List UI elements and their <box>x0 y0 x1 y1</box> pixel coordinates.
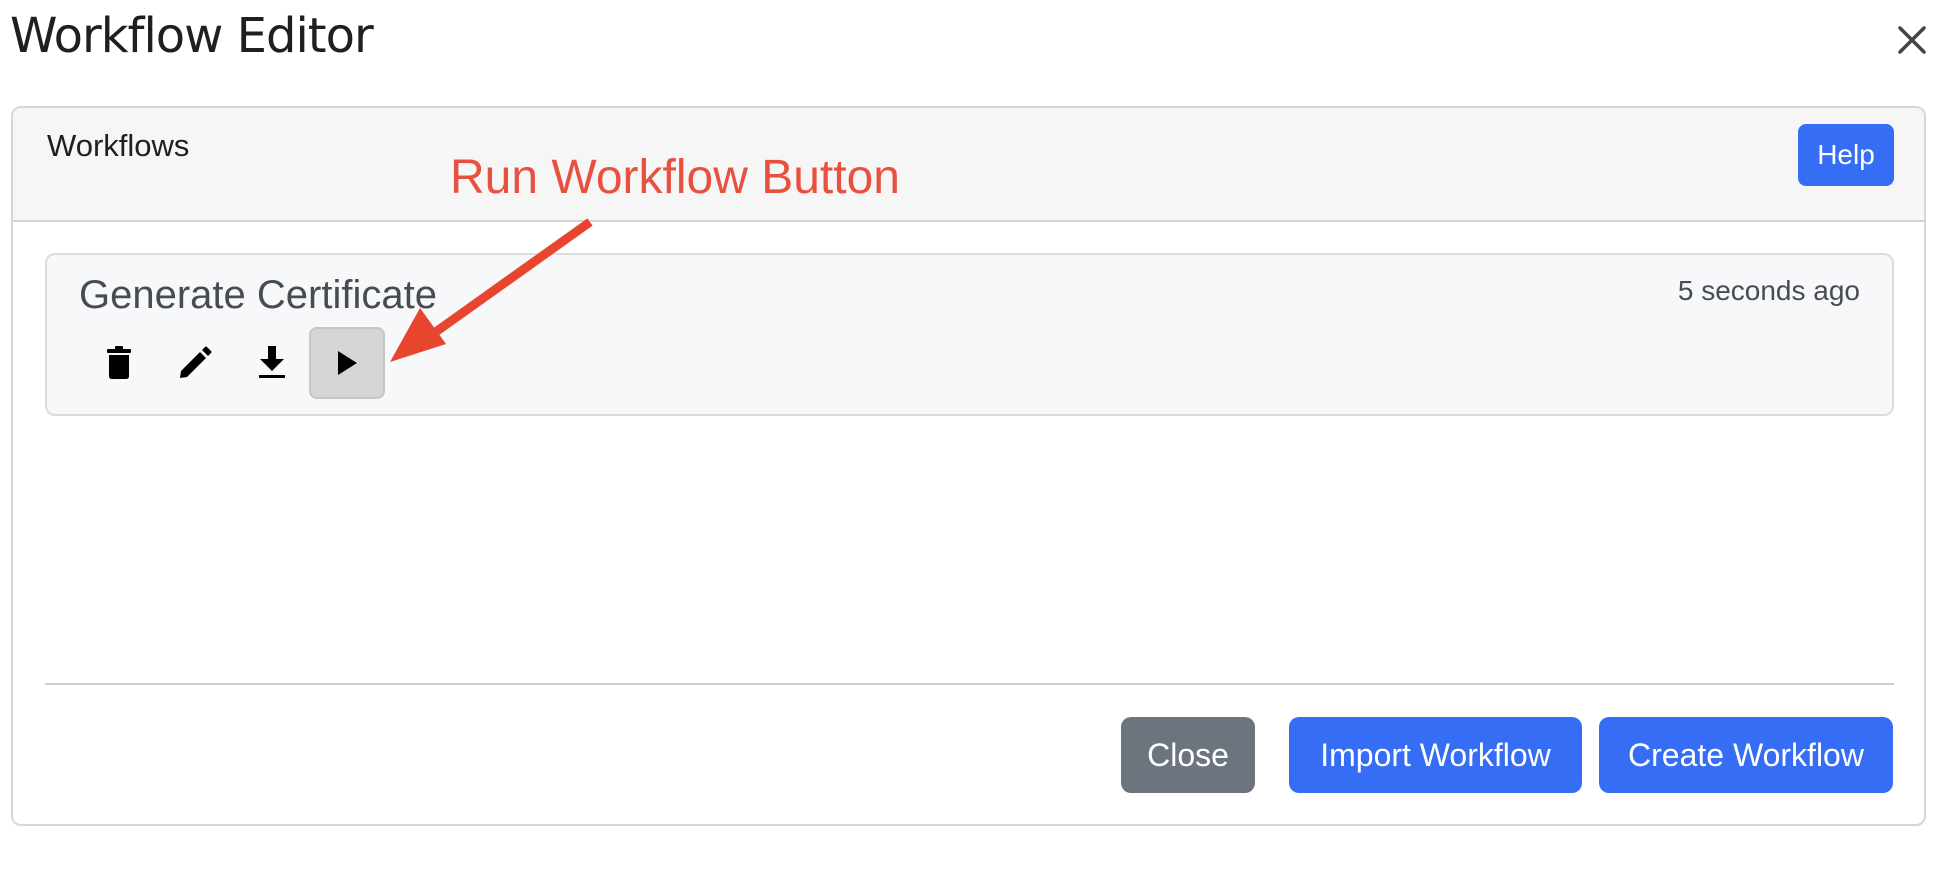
export-workflow-button[interactable] <box>244 335 300 391</box>
workflow-card: Generate Certificate 5 seconds ago <box>45 253 1894 416</box>
edit-workflow-button[interactable] <box>167 335 223 391</box>
close-dialog-button[interactable] <box>1892 20 1932 60</box>
close-button[interactable]: Close <box>1121 717 1255 793</box>
run-workflow-button[interactable] <box>309 327 385 399</box>
play-icon <box>338 351 357 375</box>
create-workflow-button[interactable]: Create Workflow <box>1599 717 1893 793</box>
download-icon <box>259 346 285 378</box>
delete-workflow-button[interactable] <box>91 335 147 391</box>
import-workflow-button[interactable]: Import Workflow <box>1289 717 1582 793</box>
workflow-updated-time: 5 seconds ago <box>1677 275 1860 306</box>
panel-title: Workflows <box>47 128 190 163</box>
annotation-label: Run Workflow Button <box>450 151 900 204</box>
panel-header: Workflows Help <box>13 108 1924 222</box>
dialog-title: Workflow Editor <box>10 8 374 64</box>
pencil-icon <box>180 346 212 378</box>
trash-icon <box>107 346 131 379</box>
workflow-name: Generate Certificate <box>79 273 437 317</box>
help-button[interactable]: Help <box>1798 124 1894 186</box>
footer-divider <box>45 683 1894 685</box>
close-icon <box>1898 26 1926 54</box>
